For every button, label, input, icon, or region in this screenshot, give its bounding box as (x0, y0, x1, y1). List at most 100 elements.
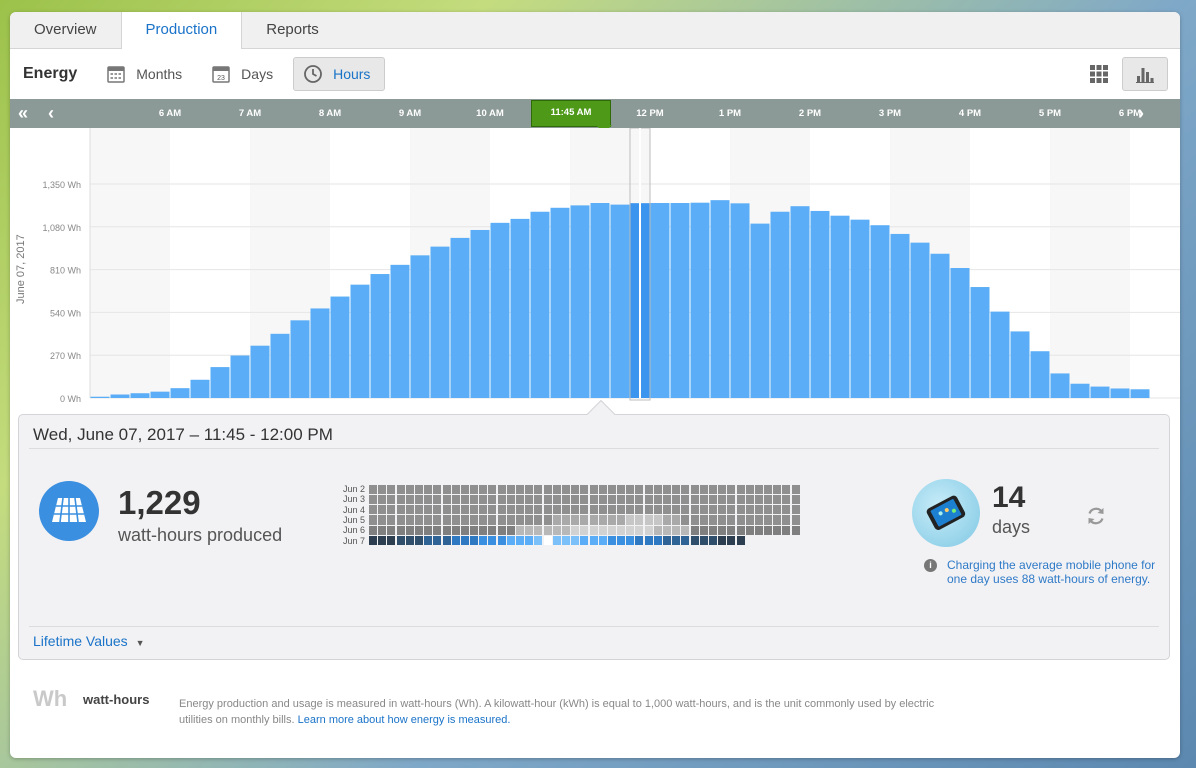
heatmap-cell[interactable] (736, 505, 745, 515)
heatmap-cell[interactable] (433, 525, 442, 535)
heatmap-cell[interactable] (580, 484, 589, 494)
heatmap-cell[interactable] (433, 505, 442, 515)
heatmap-cell[interactable] (699, 484, 708, 494)
heatmap-cell[interactable] (543, 525, 552, 535)
heatmap-cell[interactable] (598, 515, 607, 525)
heatmap-cell[interactable] (369, 494, 377, 505)
chart-bar[interactable] (910, 242, 930, 398)
heatmap-cell[interactable] (424, 515, 433, 525)
heatmap-cell[interactable] (626, 484, 635, 494)
chart-bar[interactable] (590, 203, 610, 398)
heatmap-cell[interactable] (506, 484, 515, 494)
heatmap-cell[interactable] (653, 484, 662, 494)
refresh-icon[interactable] (1085, 505, 1107, 532)
heatmap-cell[interactable] (736, 484, 745, 494)
heatmap-cell[interactable] (718, 505, 727, 515)
chart-bar[interactable] (450, 237, 470, 398)
heatmap-cell[interactable] (525, 515, 534, 525)
heatmap-cell[interactable] (663, 525, 671, 535)
heatmap-cell[interactable] (561, 484, 570, 494)
heatmap-cell[interactable] (791, 525, 800, 535)
heatmap-cell[interactable] (626, 525, 635, 535)
heatmap-cell[interactable] (617, 484, 626, 494)
heatmap-cell[interactable] (516, 484, 524, 494)
time-label[interactable]: 5 PM (1039, 99, 1061, 128)
heatmap-cell[interactable] (534, 494, 543, 505)
heatmap-cell[interactable] (635, 535, 644, 546)
heatmap-cell[interactable] (405, 494, 414, 505)
heatmap-cell[interactable] (699, 515, 708, 525)
heatmap-cell[interactable] (479, 515, 488, 525)
heatmap-cell[interactable] (516, 535, 524, 546)
chart-bar[interactable] (570, 205, 590, 398)
heatmap-cell[interactable] (681, 505, 690, 515)
heatmap-cell[interactable] (598, 494, 607, 505)
chart-bar[interactable] (90, 396, 110, 398)
heatmap-cell[interactable] (681, 494, 690, 505)
heatmap-cell[interactable] (690, 484, 699, 494)
heatmap-cell[interactable] (792, 536, 800, 545)
heatmap-cell[interactable] (543, 535, 552, 546)
heatmap-cell[interactable] (378, 494, 387, 505)
heatmap-cell[interactable] (617, 505, 626, 515)
heatmap-cell[interactable] (488, 515, 497, 525)
heatmap-cell[interactable] (727, 505, 736, 515)
heatmap-cell[interactable] (681, 525, 690, 535)
heatmap-cell[interactable] (396, 525, 405, 535)
heatmap-cell[interactable] (369, 484, 377, 494)
heatmap-cell[interactable] (607, 494, 616, 505)
chart-bar[interactable] (470, 229, 490, 398)
heatmap-cell[interactable] (782, 494, 791, 505)
heatmap-cell[interactable] (598, 484, 607, 494)
heatmap-cell[interactable] (414, 494, 423, 505)
heatmap-cell[interactable] (424, 494, 433, 505)
heatmap-cell[interactable] (396, 535, 405, 546)
heatmap-cell[interactable] (727, 515, 736, 525)
heatmap-cell[interactable] (764, 484, 773, 494)
heatmap-cell[interactable] (424, 505, 433, 515)
heatmap-cell[interactable] (506, 525, 515, 535)
time-label[interactable]: 4 PM (959, 99, 981, 128)
heatmap-cell[interactable] (488, 525, 497, 535)
heatmap-cell[interactable] (506, 505, 515, 515)
heatmap-cell[interactable] (644, 494, 653, 505)
heatmap-cell[interactable] (543, 484, 552, 494)
heatmap-cell[interactable] (405, 515, 414, 525)
heatmap-cell[interactable] (617, 535, 626, 546)
chart-bar[interactable] (890, 233, 910, 398)
heatmap-cell[interactable] (681, 484, 690, 494)
time-label[interactable]: 10 AM (476, 99, 504, 128)
tab-reports[interactable]: Reports (242, 12, 343, 48)
heatmap-cell[interactable] (470, 525, 479, 535)
heatmap-cell[interactable] (699, 525, 708, 535)
chart-bar[interactable] (1110, 388, 1130, 398)
heatmap-cell[interactable] (433, 535, 442, 546)
chart-bar[interactable] (650, 203, 670, 398)
heatmap-cell[interactable] (580, 494, 589, 505)
chart-bar[interactable] (330, 296, 350, 398)
heatmap-cell[interactable] (516, 505, 524, 515)
chart-bar[interactable] (170, 388, 190, 398)
heatmap-cell[interactable] (442, 505, 451, 515)
heatmap-cell[interactable] (690, 525, 699, 535)
chart-bar[interactable] (530, 211, 550, 398)
heatmap-cell[interactable] (699, 505, 708, 515)
chart-bar[interactable] (950, 268, 970, 398)
heatmap-cell[interactable] (378, 484, 387, 494)
heatmap-cell[interactable] (626, 505, 635, 515)
heatmap-cell[interactable] (378, 535, 387, 546)
heatmap-cell[interactable] (516, 525, 524, 535)
heatmap-cell[interactable] (369, 515, 377, 525)
heatmap-cell[interactable] (424, 484, 433, 494)
chart-view-button[interactable] (1122, 57, 1168, 91)
heatmap-cell[interactable] (580, 515, 589, 525)
heatmap-cell[interactable] (782, 515, 791, 525)
heatmap-cell[interactable] (589, 484, 598, 494)
chart-bar[interactable] (130, 393, 150, 398)
chart-bar[interactable] (370, 274, 390, 398)
heatmap-cell[interactable] (571, 515, 580, 525)
time-label[interactable]: 7 AM (239, 99, 261, 128)
heatmap-cell[interactable] (378, 525, 387, 535)
heatmap-cell[interactable] (773, 525, 782, 535)
heatmap-cell[interactable] (396, 505, 405, 515)
